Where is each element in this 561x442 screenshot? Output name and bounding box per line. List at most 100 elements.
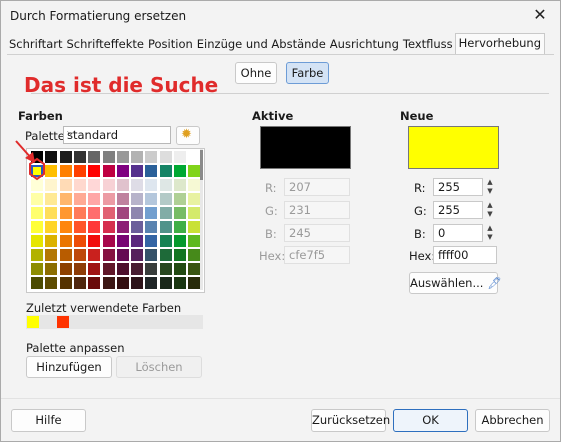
spin-down-icon[interactable]: ▼: [483, 233, 497, 242]
color-swatch[interactable]: [31, 277, 43, 289]
color-swatch[interactable]: [145, 179, 158, 191]
color-swatch[interactable]: [88, 249, 101, 261]
color-swatch[interactable]: [131, 249, 144, 261]
color-swatch[interactable]: [102, 151, 115, 163]
color-swatch[interactable]: [31, 207, 43, 219]
color-swatch[interactable]: [73, 179, 86, 191]
color-swatch[interactable]: [88, 207, 101, 219]
color-swatch[interactable]: [45, 221, 58, 233]
recent-color-swatch[interactable]: [27, 316, 39, 328]
color-swatch[interactable]: [88, 221, 101, 233]
color-swatch[interactable]: [59, 207, 72, 219]
color-swatch[interactable]: [116, 249, 129, 261]
palette-options-button[interactable]: ✹: [176, 126, 200, 145]
tab-schrifteffekte[interactable]: Schrifteffekte: [64, 35, 146, 53]
color-swatch[interactable]: [59, 193, 72, 205]
color-swatch[interactable]: [73, 249, 86, 261]
color-swatch[interactable]: [188, 249, 201, 261]
color-swatch[interactable]: [159, 193, 172, 205]
add-button[interactable]: Hinzufügen: [26, 356, 112, 378]
color-swatch[interactable]: [31, 235, 43, 247]
color-swatch[interactable]: [188, 179, 201, 191]
color-swatch[interactable]: [145, 151, 158, 163]
color-swatch[interactable]: [188, 207, 201, 219]
palette-scrollbar-thumb[interactable]: [200, 150, 203, 180]
new-hex-input[interactable]: ffff00: [433, 246, 497, 264]
color-button[interactable]: Farbe: [286, 62, 329, 84]
reset-button[interactable]: Zurücksetzen: [311, 409, 390, 432]
color-swatch[interactable]: [59, 151, 72, 163]
color-swatch[interactable]: [73, 221, 86, 233]
tab-schriftart[interactable]: Schriftart: [7, 35, 64, 53]
color-swatch[interactable]: [174, 221, 186, 233]
color-swatch[interactable]: [59, 277, 72, 289]
color-swatch[interactable]: [88, 193, 101, 205]
color-swatch[interactable]: [188, 151, 201, 163]
color-swatch[interactable]: [145, 221, 158, 233]
color-swatch[interactable]: [188, 165, 201, 177]
color-swatch[interactable]: [159, 249, 172, 261]
color-swatch[interactable]: [145, 277, 158, 289]
color-swatch[interactable]: [102, 249, 115, 261]
color-swatch[interactable]: [131, 165, 144, 177]
color-swatch[interactable]: [188, 235, 201, 247]
color-swatch[interactable]: [102, 235, 115, 247]
color-swatch[interactable]: [102, 179, 115, 191]
color-swatch[interactable]: [116, 151, 129, 163]
color-swatch[interactable]: [31, 249, 43, 261]
tab-ausrichtung[interactable]: Ausrichtung: [328, 35, 401, 53]
new-r-spinner[interactable]: ▲ ▼: [483, 178, 497, 196]
color-swatch[interactable]: [174, 179, 186, 191]
color-swatch[interactable]: [174, 165, 186, 177]
color-swatch[interactable]: [131, 207, 144, 219]
color-swatch[interactable]: [102, 277, 115, 289]
color-swatch[interactable]: [145, 249, 158, 261]
tab-position[interactable]: Position: [146, 35, 195, 53]
color-swatch[interactable]: [188, 193, 201, 205]
color-swatch[interactable]: [131, 221, 144, 233]
color-swatch[interactable]: [145, 263, 158, 275]
color-swatch[interactable]: [73, 207, 86, 219]
cancel-button[interactable]: Abbrechen: [475, 409, 550, 432]
color-swatch[interactable]: [131, 179, 144, 191]
new-g-spinner[interactable]: ▲ ▼: [483, 201, 497, 219]
color-swatch[interactable]: [102, 207, 115, 219]
tab-einzuege-abstaende[interactable]: Einzüge und Abstände: [195, 35, 328, 53]
color-swatch[interactable]: [145, 165, 158, 177]
color-swatch[interactable]: [188, 263, 201, 275]
color-swatch[interactable]: [174, 277, 186, 289]
color-swatch[interactable]: [116, 193, 129, 205]
color-swatch[interactable]: [31, 263, 43, 275]
color-swatch[interactable]: [59, 235, 72, 247]
spin-down-icon[interactable]: ▼: [483, 187, 497, 196]
color-swatch[interactable]: [45, 263, 58, 275]
tab-textfluss[interactable]: Textfluss: [401, 35, 455, 53]
color-swatch[interactable]: [73, 235, 86, 247]
color-swatch[interactable]: [131, 151, 144, 163]
color-swatch[interactable]: [45, 249, 58, 261]
color-swatch[interactable]: [188, 221, 201, 233]
color-swatch[interactable]: [31, 193, 43, 205]
delete-button[interactable]: Löschen: [116, 356, 202, 378]
color-swatch[interactable]: [59, 165, 72, 177]
color-swatch[interactable]: [145, 193, 158, 205]
ok-button[interactable]: OK: [393, 409, 468, 432]
close-icon[interactable]: ✕: [530, 5, 550, 25]
color-swatch[interactable]: [59, 221, 72, 233]
color-swatch[interactable]: [174, 193, 186, 205]
color-swatch[interactable]: [116, 277, 129, 289]
color-swatch[interactable]: [116, 207, 129, 219]
color-swatch[interactable]: [88, 277, 101, 289]
color-swatch[interactable]: [116, 221, 129, 233]
color-swatch[interactable]: [88, 263, 101, 275]
color-swatch[interactable]: [45, 207, 58, 219]
new-b-input[interactable]: 0: [433, 224, 483, 242]
none-button[interactable]: Ohne: [235, 62, 277, 84]
color-swatch[interactable]: [131, 263, 144, 275]
color-swatch[interactable]: [88, 151, 101, 163]
color-swatch[interactable]: [131, 277, 144, 289]
color-swatch[interactable]: [31, 221, 43, 233]
color-swatch[interactable]: [159, 207, 172, 219]
new-g-input[interactable]: 255: [433, 201, 483, 219]
color-swatch[interactable]: [116, 165, 129, 177]
